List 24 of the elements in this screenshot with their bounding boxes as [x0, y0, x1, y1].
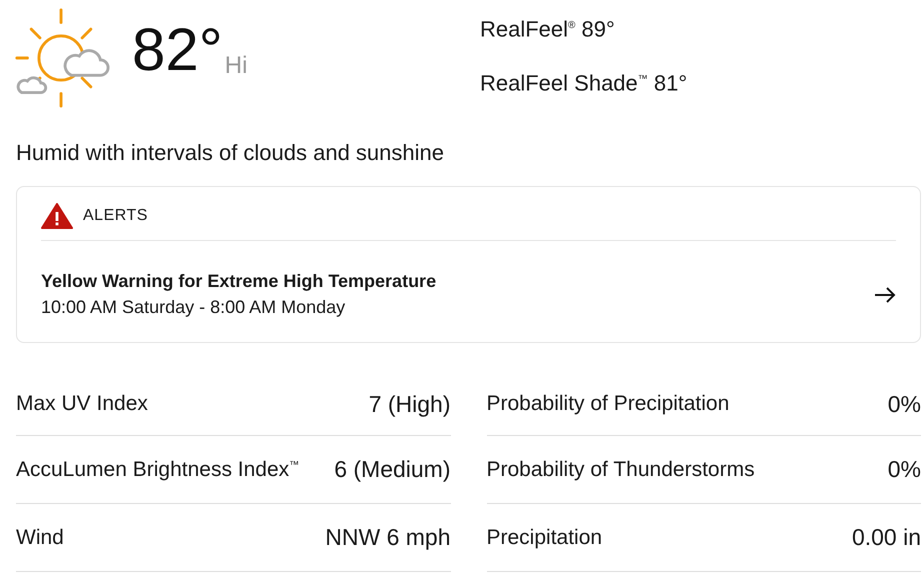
detail-value: 0.00 in	[852, 524, 921, 551]
detail-value: 0%	[888, 456, 921, 483]
partly-sunny-icon	[14, 8, 110, 108]
temperature-label: Hi	[224, 52, 248, 80]
warning-icon	[41, 203, 73, 229]
alert-link[interactable]: Yellow Warning for Extreme High Temperature 10:00 AM Saturday - 8:00 AM Monday	[41, 241, 896, 318]
arrow-right-icon	[874, 286, 896, 302]
detail-value: 0%	[888, 390, 921, 418]
detail-label: Probability of Precipitation	[486, 392, 730, 416]
alerts-heading: ALERTS	[83, 207, 148, 225]
weather-phrase: Humid with intervals of clouds and sunshine	[16, 139, 446, 167]
detail-value: 7 (High)	[368, 390, 450, 418]
detail-label: Max UV Index	[16, 392, 148, 416]
detail-label: Probability of Thunderstorms	[486, 458, 755, 482]
realfeel-text: RealFeel$^{®}$ 89°	[480, 15, 616, 42]
alert-time: 10:00 AM Saturday - 8:00 AM Monday	[41, 297, 346, 318]
realfeel-text: RealFeel Shade$^{™}$ 81°	[480, 70, 688, 97]
alert-title: Yellow Warning for Extreme High Temperature	[41, 271, 436, 292]
temperature: 82°	[132, 20, 223, 80]
detail-label: Precipitation	[486, 526, 602, 550]
detail-value: NNW 6 mph	[325, 524, 450, 551]
detail-value: 6 (Medium)	[334, 456, 450, 483]
detail-label: AccuLumen Brightness Index$^{™}$	[16, 458, 300, 482]
detail-label: Wind	[16, 526, 64, 550]
